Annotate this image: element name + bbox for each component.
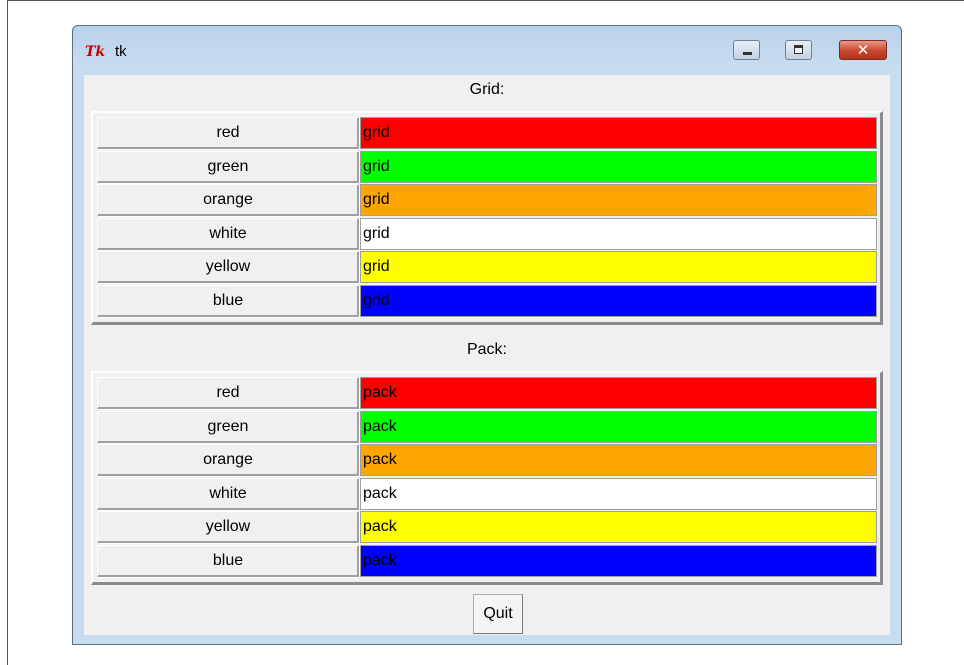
grid-row-name: red <box>97 117 359 149</box>
grid-row: yellow grid <box>97 251 877 285</box>
pack-row-cell: pack <box>360 511 877 543</box>
grid-row-cell: grid <box>360 251 877 283</box>
pack-row-name: blue <box>97 545 359 577</box>
app-window: Tk tk ✕ Grid: red grid green grid orange… <box>72 25 902 645</box>
pack-row: green pack <box>97 411 877 445</box>
grid-row-cell: grid <box>360 218 877 250</box>
grid-section-label: Grid: <box>469 81 505 98</box>
pack-row-cell: pack <box>360 545 877 577</box>
title-bar[interactable]: Tk tk ✕ <box>73 26 901 60</box>
grid-row: white grid <box>97 218 877 252</box>
grid-row: red grid <box>97 117 877 151</box>
pack-row-cell: pack <box>360 411 877 443</box>
pack-row-cell: pack <box>360 444 877 476</box>
pack-row-name: yellow <box>97 511 359 543</box>
pack-row-name: white <box>97 478 359 510</box>
grid-row-name: white <box>97 218 359 250</box>
grid-row-name: green <box>97 151 359 183</box>
grid-row-name: blue <box>97 285 359 317</box>
page-frame-left <box>7 0 8 665</box>
grid-row-cell: grid <box>360 184 877 216</box>
tk-feather-icon: Tk <box>85 44 106 60</box>
pack-row-name: orange <box>97 444 359 476</box>
grid-row-name: yellow <box>97 251 359 283</box>
grid-row-cell: grid <box>360 285 877 317</box>
grid-row: blue grid <box>97 285 877 319</box>
close-icon: ✕ <box>856 41 870 59</box>
maximize-icon <box>794 45 803 54</box>
client-area: Grid: red grid green grid orange grid wh… <box>84 75 890 635</box>
pack-section-label: Pack: <box>466 341 507 358</box>
pack-row: blue pack <box>97 545 877 579</box>
grid-row-cell: grid <box>360 117 877 149</box>
maximize-button[interactable] <box>785 40 812 60</box>
pack-row-name: green <box>97 411 359 443</box>
pack-row: orange pack <box>97 444 877 478</box>
grid-row-name: orange <box>97 184 359 216</box>
close-button[interactable]: ✕ <box>839 40 887 60</box>
grid-row-cell: grid <box>360 151 877 183</box>
pack-row-cell: pack <box>360 377 877 409</box>
pack-frame: red pack green pack orange pack white pa… <box>91 371 883 585</box>
pack-row-name: red <box>97 377 359 409</box>
quit-button[interactable]: Quit <box>473 594 523 634</box>
page-frame-top <box>7 0 964 1</box>
pack-row: white pack <box>97 478 877 512</box>
pack-row-cell: pack <box>360 478 877 510</box>
pack-row: yellow pack <box>97 511 877 545</box>
grid-frame: red grid green grid orange grid white gr… <box>91 111 883 325</box>
grid-row: green grid <box>97 151 877 185</box>
window-title: tk <box>115 43 127 60</box>
minimize-icon <box>743 52 752 55</box>
grid-row: orange grid <box>97 184 877 218</box>
pack-row: red pack <box>97 377 877 411</box>
minimize-button[interactable] <box>733 40 760 60</box>
